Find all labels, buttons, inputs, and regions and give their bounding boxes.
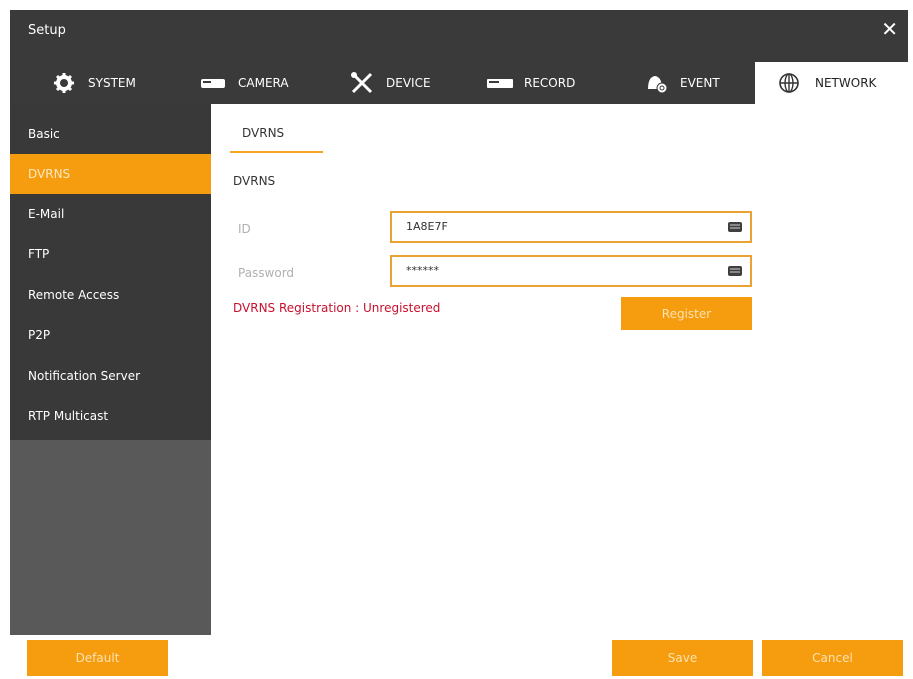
content-panel: DVRNS DVRNS ID 1A8E7F Password ****** DV… bbox=[211, 104, 908, 635]
window-title: Setup bbox=[28, 23, 66, 38]
sidebar-item-dvrns[interactable]: DVRNS bbox=[10, 154, 211, 194]
registration-status: DVRNS Registration : Unregistered bbox=[233, 301, 441, 315]
camera-icon bbox=[200, 71, 228, 95]
tab-system[interactable]: SYSTEM bbox=[50, 62, 136, 104]
tab-record[interactable]: RECORD bbox=[486, 62, 575, 104]
tab-label: RECORD bbox=[524, 76, 576, 90]
tab-label: CAMERA bbox=[238, 76, 289, 90]
sidebar-item-basic[interactable]: Basic bbox=[10, 114, 211, 154]
id-field[interactable]: 1A8E7F bbox=[390, 211, 752, 243]
gear-icon bbox=[50, 71, 78, 95]
keyboard-icon[interactable] bbox=[728, 266, 742, 276]
sidebar-item-remote-access[interactable]: Remote Access bbox=[10, 275, 211, 315]
tab-label: DEVICE bbox=[386, 76, 431, 90]
password-field[interactable]: ****** bbox=[390, 255, 752, 287]
tab-event[interactable]: EVENT bbox=[642, 62, 720, 104]
default-button[interactable]: Default bbox=[27, 640, 168, 676]
sidebar: Basic DVRNS E-Mail FTP Remote Access P2P… bbox=[10, 104, 211, 635]
setup-window: Setup ✕ SYSTEM CAMERA DEVICE RECORD EVEN… bbox=[10, 10, 908, 679]
tab-device[interactable]: DEVICE bbox=[348, 62, 431, 104]
sidebar-item-ftp[interactable]: FTP bbox=[10, 234, 211, 274]
tab-label: NETWORK bbox=[815, 76, 877, 90]
bell-icon bbox=[642, 71, 670, 95]
subtab-dvrns[interactable]: DVRNS bbox=[230, 113, 323, 153]
main-tab-bar: SYSTEM CAMERA DEVICE RECORD EVENT NETWOR… bbox=[10, 52, 908, 104]
record-icon bbox=[486, 71, 514, 95]
sidebar-menu: Basic DVRNS E-Mail FTP Remote Access P2P… bbox=[10, 104, 211, 440]
tools-icon bbox=[348, 71, 376, 95]
tab-camera[interactable]: CAMERA bbox=[200, 62, 289, 104]
id-label: ID bbox=[238, 222, 251, 236]
sidebar-item-p2p[interactable]: P2P bbox=[10, 315, 211, 355]
keyboard-icon[interactable] bbox=[728, 222, 742, 232]
section-title: DVRNS bbox=[233, 174, 276, 188]
sidebar-item-notification-server[interactable]: Notification Server bbox=[10, 356, 211, 396]
close-icon[interactable]: ✕ bbox=[881, 19, 898, 39]
password-value: ****** bbox=[406, 264, 439, 277]
register-button[interactable]: Register bbox=[621, 297, 752, 330]
password-label: Password bbox=[238, 266, 295, 280]
sidebar-item-rtp-multicast[interactable]: RTP Multicast bbox=[10, 396, 211, 436]
tab-label: EVENT bbox=[680, 76, 720, 90]
cancel-button[interactable]: Cancel bbox=[762, 640, 903, 676]
id-value: 1A8E7F bbox=[406, 220, 448, 233]
tab-label: SYSTEM bbox=[88, 76, 136, 90]
title-bar: Setup ✕ bbox=[10, 10, 908, 52]
save-button[interactable]: Save bbox=[612, 640, 753, 676]
tab-network[interactable]: NETWORK bbox=[755, 62, 908, 104]
globe-icon bbox=[777, 71, 805, 95]
sidebar-item-email[interactable]: E-Mail bbox=[10, 194, 211, 234]
